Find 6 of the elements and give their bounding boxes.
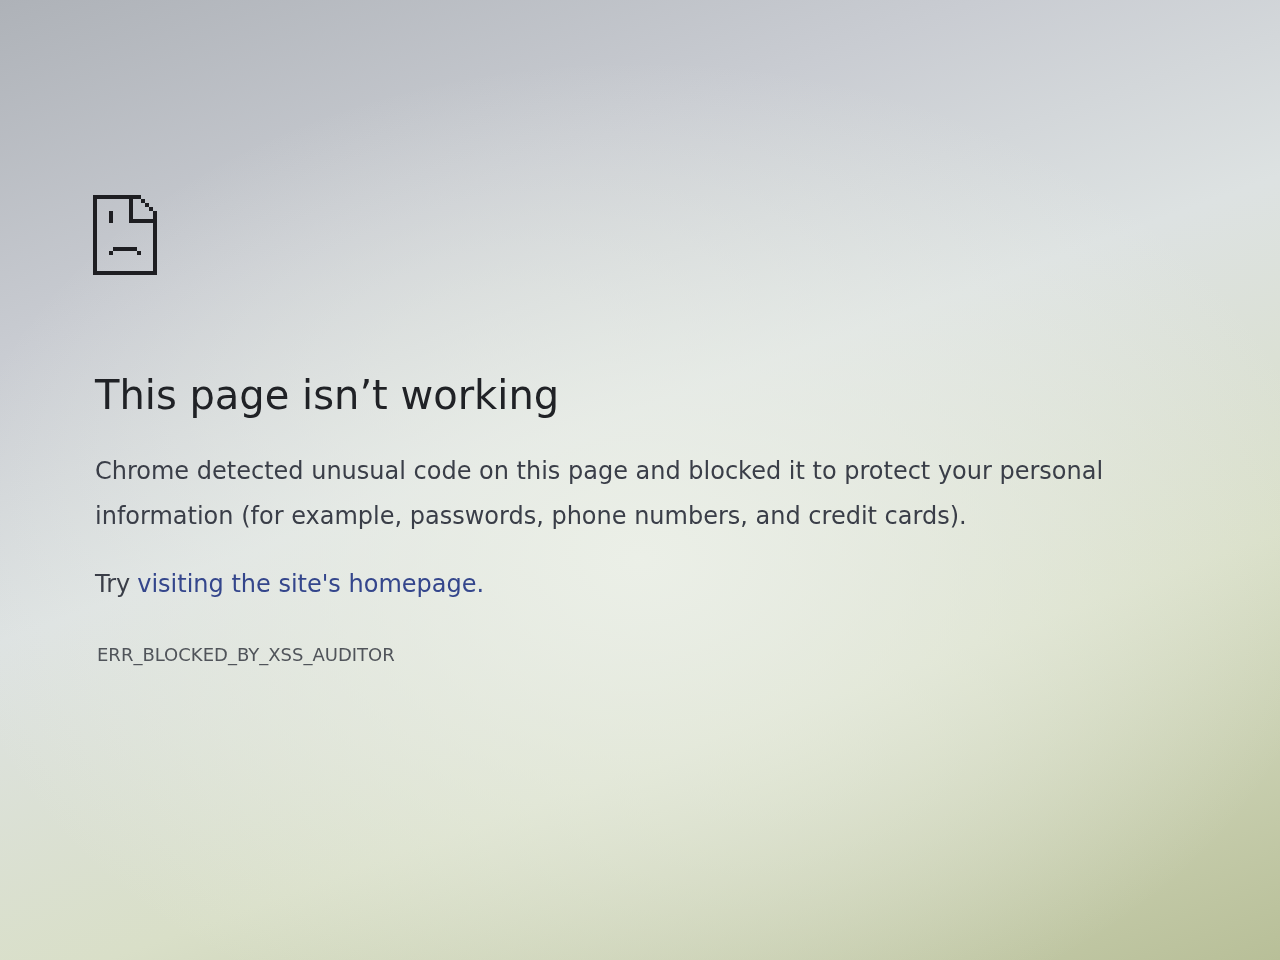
error-heading: This page isn’t working xyxy=(95,371,560,419)
error-code: ERR_BLOCKED_BY_XSS_AUDITOR xyxy=(97,643,395,667)
sad-document-icon xyxy=(93,195,157,275)
error-message: Chrome detected unusual code on this page and blocked it to protect your personal information (for example, passwords, phone numbers, and credit cards). xyxy=(95,456,1105,532)
homepage-link[interactable]: visiting the site's homepage. xyxy=(137,562,485,607)
suggestion-text: Try xyxy=(95,569,131,600)
